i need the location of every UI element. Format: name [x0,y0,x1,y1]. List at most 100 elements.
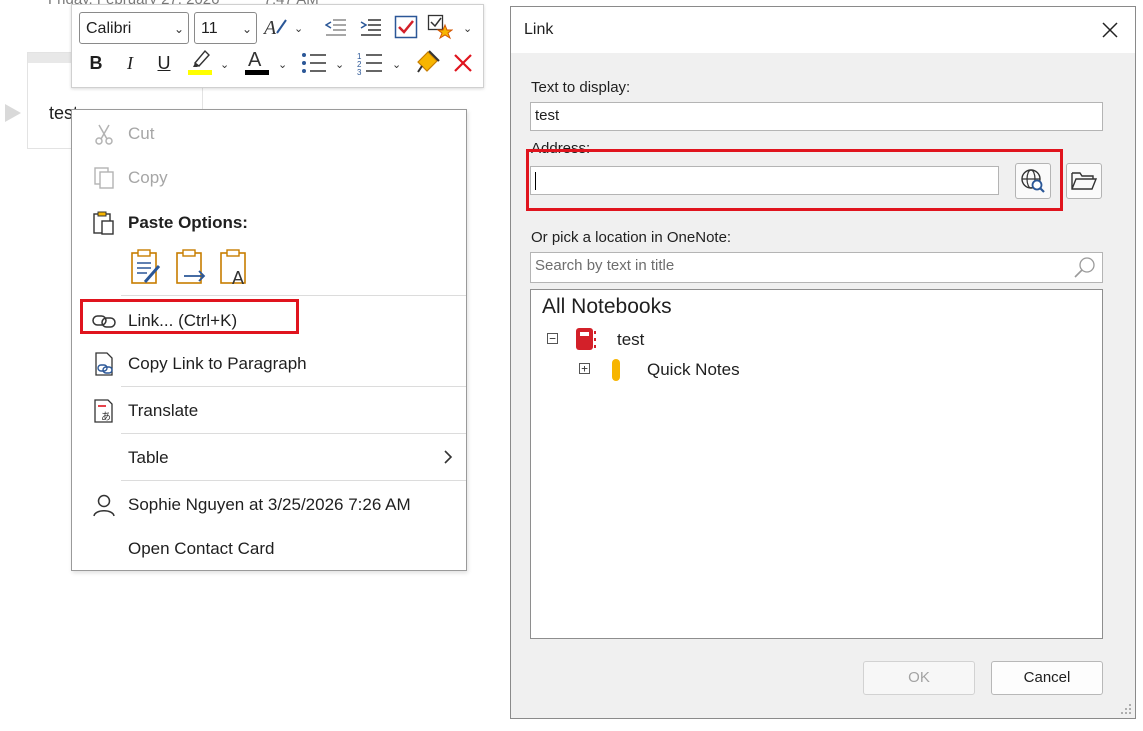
checkbox-icon [394,15,418,39]
menu-label-cut: Cut [128,124,155,143]
folder-open-icon [1071,172,1097,190]
link-highlight-box [80,299,299,334]
decrease-indent-button[interactable] [322,13,350,41]
font-color-icon: A [245,49,269,75]
increase-indent-button[interactable] [357,13,385,41]
bullets-icon [302,53,326,73]
chevron-down-icon[interactable]: ⌄ [335,58,344,71]
menu-item-cut[interactable]: Cut [72,112,466,156]
paste-merge-formatting-button[interactable] [174,248,208,286]
chevron-down-icon[interactable]: ⌄ [220,58,229,71]
menu-item-paste-options: Paste Options: [72,201,466,245]
chevron-down-icon[interactable]: ⌄ [392,58,401,71]
expand-icon[interactable]: + [579,363,590,374]
font-size-combo[interactable]: 11 ⌄ [194,12,257,44]
svg-text:3: 3 [357,68,362,75]
close-icon[interactable] [1099,19,1121,41]
text-to-display-input[interactable]: test [530,102,1103,131]
scissors-icon [95,124,113,145]
text-to-display-label: Text to display: [531,79,631,96]
menu-label-open-contact-card: Open Contact Card [128,539,275,558]
highlighter-icon [188,49,212,75]
font-color-button[interactable]: A [243,47,271,75]
tag-star-icon [427,14,453,40]
chevron-down-icon[interactable]: ⌄ [463,22,472,35]
link-paragraph-icon [95,352,113,376]
svg-text:あ: あ [101,411,111,423]
chevron-down-icon: ⌄ [173,22,184,36]
tree-item-section[interactable]: Quick Notes [647,360,740,380]
dialog-title: Link [524,21,554,38]
chevron-down-icon[interactable]: ⌄ [294,22,303,35]
clear-formatting-button[interactable] [449,49,477,77]
menu-label-copy: Copy [128,168,168,187]
decrease-indent-icon [325,19,346,36]
paste-keep-text-only-button[interactable]: A [218,248,252,288]
resize-grip-icon[interactable] [1120,703,1132,715]
paste-icon [93,211,114,235]
increase-indent-icon [360,19,381,36]
numbering-icon: 123 [357,52,382,75]
tree-header-all-notebooks: All Notebooks [542,295,672,318]
menu-item-copy[interactable]: Copy [72,156,466,200]
ok-button[interactable]: OK [863,661,975,695]
styles-icon: A [263,17,287,39]
todo-tag-button[interactable] [392,13,420,41]
paste-keep-source-formatting-button[interactable] [129,248,163,286]
link-dialog: Link Text to display: test Address: Or p… [510,6,1136,719]
menu-label-table: Table [128,448,169,467]
tree-item-notebook[interactable]: test [617,330,644,350]
address-highlight-box [526,149,1063,211]
section-icon [612,359,620,381]
numbering-button[interactable]: 123 [356,49,384,77]
chevron-right-icon [444,450,453,464]
menu-item-author[interactable]: Sophie Nguyen at 3/25/2026 7:26 AM [72,483,466,527]
menu-item-copy-link-to-paragraph[interactable]: Copy Link to Paragraph [72,342,466,386]
tags-button[interactable] [426,13,454,41]
svg-text:A: A [263,17,277,39]
pick-location-label: Or pick a location in OneNote: [531,229,732,246]
clear-formatting-icon [454,54,472,72]
mini-toolbar: Calibri ⌄ 11 ⌄ A ⌄ ⌄ B I U ⌄ A ⌄ ⌄ 123 ⌄ [71,4,484,88]
cancel-button[interactable]: Cancel [991,661,1103,695]
italic-label: I [127,52,133,73]
menu-item-table[interactable]: Table [72,436,466,480]
menu-item-open-contact-card[interactable]: Open Contact Card [72,527,466,571]
location-search-input[interactable]: Search by text in title [530,252,1103,283]
highlight-button[interactable] [186,47,214,75]
underline-label: U [157,52,171,73]
underline-button[interactable]: U [150,49,178,77]
search-icon [1074,257,1095,278]
merge-formatting-icon [176,249,206,284]
menu-item-translate[interactable]: あ Translate [72,389,466,433]
styles-button[interactable]: A [262,13,290,41]
italic-button[interactable]: I [116,49,144,77]
paragraph-handle-icon[interactable] [5,104,21,122]
copy-icon [94,167,114,189]
collapse-icon[interactable]: − [547,333,558,344]
person-icon [93,494,115,517]
font-name-value: Calibri [86,20,132,37]
keep-text-only-icon: A [220,249,246,288]
keep-source-formatting-icon [131,249,161,284]
chevron-down-icon[interactable]: ⌄ [278,58,287,71]
bullets-button[interactable] [300,49,328,77]
notebook-tree[interactable]: All Notebooks − test + Quick Notes [530,289,1103,639]
notebook-icon [576,328,596,350]
menu-label-copy-link-to-paragraph: Copy Link to Paragraph [128,354,307,373]
font-size-value: 11 [201,20,218,37]
menu-label-author: Sophie Nguyen at 3/25/2026 7:26 AM [128,495,411,514]
translate-icon: あ [94,399,113,423]
menu-label-translate: Translate [128,401,199,420]
browse-file-button[interactable] [1066,163,1102,199]
location-search-placeholder: Search by text in title [535,257,675,274]
format-painter-button[interactable] [414,47,442,75]
bold-label: B [89,52,103,73]
font-name-combo[interactable]: Calibri ⌄ [79,12,189,44]
chevron-down-icon: ⌄ [241,22,252,36]
bold-button[interactable]: B [82,49,110,77]
svg-text:A: A [232,268,244,286]
format-painter-icon [417,50,440,73]
menu-label-paste-options: Paste Options: [128,213,248,232]
dialog-titlebar: Link [511,7,1135,53]
